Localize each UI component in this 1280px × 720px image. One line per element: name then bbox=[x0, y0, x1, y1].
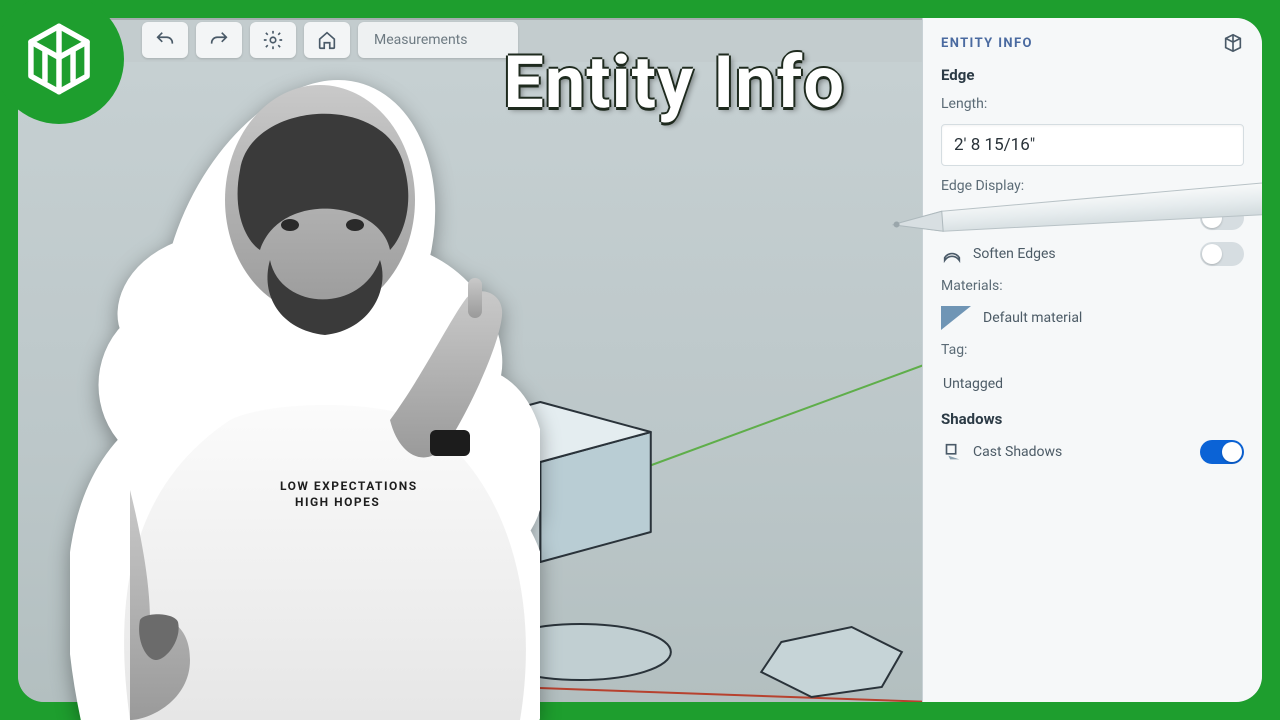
length-value: 2' 8 15/16" bbox=[954, 135, 1035, 155]
entity-info-panel: ENTITY INFO Edge Length: 2' 8 15/16" Edg… bbox=[922, 18, 1262, 702]
cast-shadows-label: Cast Shadows bbox=[973, 444, 1062, 460]
material-swatch-icon bbox=[941, 306, 971, 330]
cast-shadows-row: Cast Shadows bbox=[941, 440, 1244, 464]
tag-value: Untagged bbox=[943, 376, 1003, 392]
cube-icon[interactable] bbox=[1222, 32, 1244, 54]
soften-edges-label: Soften Edges bbox=[973, 246, 1056, 262]
soften-edges-row: Soften Edges bbox=[941, 242, 1244, 266]
material-row[interactable]: Default material bbox=[941, 306, 1244, 330]
cast-shadows-icon bbox=[941, 441, 963, 463]
length-label: Length: bbox=[941, 96, 1244, 112]
entity-type: Edge bbox=[941, 66, 1244, 84]
ipad-frame: Measurements bbox=[18, 18, 1262, 702]
soften-edges-icon bbox=[941, 243, 963, 265]
model-viewport[interactable] bbox=[18, 62, 932, 702]
shadows-heading: Shadows bbox=[941, 410, 1244, 428]
tag-value-field[interactable]: Untagged bbox=[941, 370, 1244, 398]
smooth-edges-toggle[interactable] bbox=[1200, 206, 1244, 230]
panel-title: ENTITY INFO bbox=[941, 36, 1033, 51]
smooth-edges-label: Smooth Edges bbox=[973, 210, 1064, 226]
length-input[interactable]: 2' 8 15/16" bbox=[941, 124, 1244, 166]
tag-label: Tag: bbox=[941, 342, 1244, 358]
soften-edges-toggle[interactable] bbox=[1200, 242, 1244, 266]
cast-shadows-toggle[interactable] bbox=[1200, 440, 1244, 464]
smooth-edges-icon bbox=[941, 207, 963, 229]
edge-display-label: Edge Display: bbox=[941, 178, 1244, 194]
smooth-edges-row: Smooth Edges bbox=[941, 206, 1244, 230]
material-name: Default material bbox=[983, 310, 1082, 326]
materials-label: Materials: bbox=[941, 278, 1244, 294]
